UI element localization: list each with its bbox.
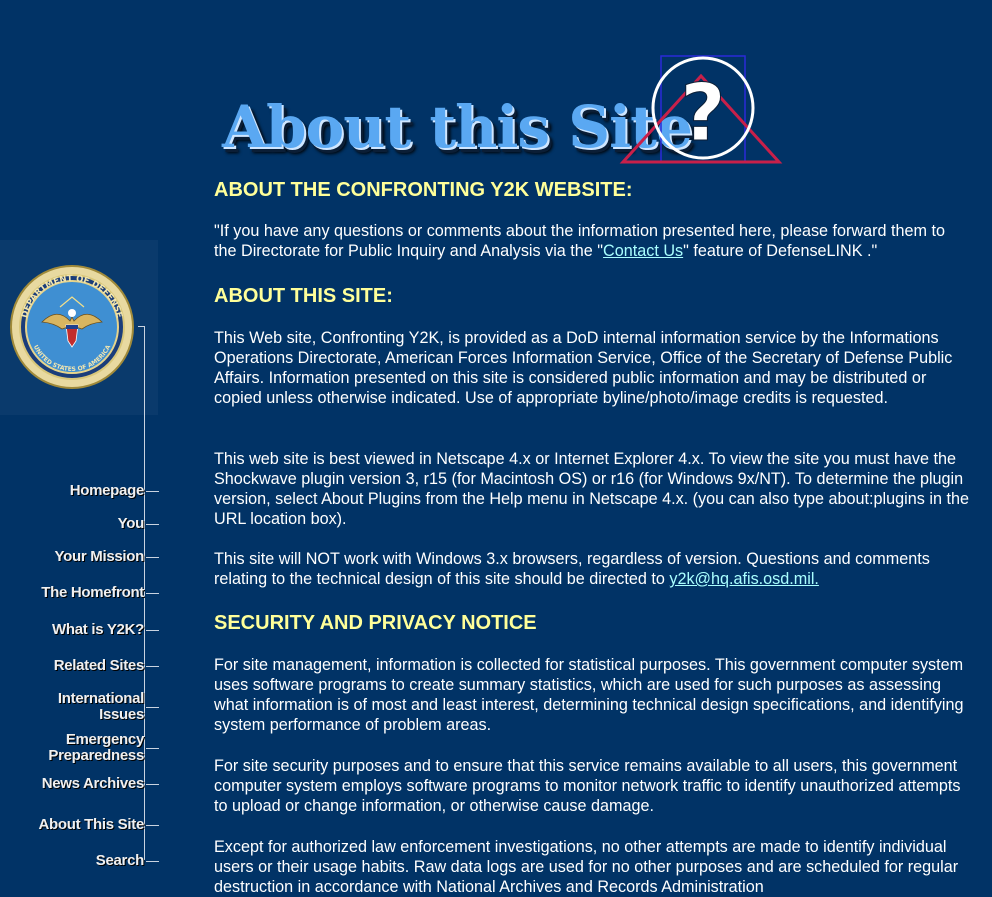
nav-label-line: Issues [99,706,144,723]
paragraph-security-2: For site security purposes and to ensure… [214,757,961,815]
question-mark-glyph: ? [680,69,725,159]
dod-seal-icon[interactable]: DEPARTMENT OF DEFENSE UNITED STATES OF A… [10,265,134,389]
main-content: About this Site ? ABOUT THE CONFRONTING … [214,50,972,896]
nav-label-line: Emergency [65,731,144,748]
nav-you[interactable]: You [118,516,160,532]
tech-contact-text: This site will NOT work with Windows 3.x… [214,550,930,588]
heading-security-privacy: SECURITY AND PRIVACY NOTICE [214,612,537,634]
sidebar-nav: DEPARTMENT OF DEFENSE UNITED STATES OF A… [0,240,160,884]
svg-text:UNITED STATES OF AMERICA: UNITED STATES OF AMERICA [32,344,112,373]
nav-your-mission[interactable]: Your Mission [55,549,160,565]
paragraph-security-1: For site management, information is coll… [214,656,964,734]
email-link[interactable]: y2k@hq.afis.osd.mil. [669,570,819,588]
paragraph-about-site-1: This Web site, Confronting Y2K, is provi… [214,329,953,407]
nav-rail-tick [138,326,145,327]
nav-homepage[interactable]: Homepage [70,483,160,499]
nav-emergency-preparedness[interactable]: Emergency Preparedness [48,731,159,764]
heading-about-site: ABOUT THIS SITE: [214,285,393,307]
nav-about-this-site[interactable]: About This Site [39,817,159,833]
eagle-icon: DEPARTMENT OF DEFENSE UNITED STATES OF A… [20,274,124,373]
nav-news-archives[interactable]: News Archives [42,776,160,792]
nav-what-is-y2k[interactable]: What is Y2K? [52,622,159,638]
paragraph-security-3: Except for authorized law enforcement in… [214,838,959,896]
nav-the-homefront[interactable]: The Homefront [41,585,159,601]
nav-label-line: Preparedness [48,747,144,764]
paragraph-about-site-3: This site will NOT work with Windows 3.x… [214,549,970,589]
seal-panel: DEPARTMENT OF DEFENSE UNITED STATES OF A… [0,240,158,415]
contact-text-after: " feature of DefenseLINK ." [683,242,878,260]
page-title-graphic: About this Site ? [214,50,784,168]
nav-label-line: International [57,690,144,707]
paragraph-about-site-2: This web site is best viewed in Netscape… [214,450,969,528]
nav-international-issues[interactable]: International Issues [57,690,160,723]
nav-related-sites[interactable]: Related Sites [54,658,160,674]
nav-search[interactable]: Search [96,853,160,869]
nav-rail [144,326,145,860]
contact-us-link[interactable]: Contact Us [603,242,683,260]
question-mark-icon: ? [619,55,783,164]
heading-about-y2k: ABOUT THE CONFRONTING Y2K WEBSITE: [214,179,633,201]
paragraph-contact: "If you have any questions or comments a… [214,221,970,261]
seal-text-bottom: UNITED STATES OF AMERICA [32,344,112,373]
